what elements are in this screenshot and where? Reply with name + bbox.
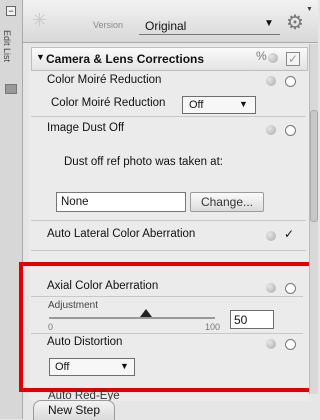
divider — [31, 296, 303, 297]
color-moire-header[interactable]: Color Moiré Reduction — [47, 74, 161, 86]
image-dust-radio[interactable] — [285, 125, 296, 136]
status-dot-icon — [266, 339, 276, 349]
section-enable-checkbox[interactable]: ✓ — [286, 52, 300, 66]
image-dust-header[interactable]: Image Dust Off — [47, 122, 124, 134]
dust-prompt: Dust off ref photo was taken at: — [64, 156, 223, 168]
color-moire-label: Color Moiré Reduction — [51, 97, 166, 109]
gear-menu-arrow-icon[interactable]: ▼ — [306, 6, 313, 13]
status-dot-icon — [266, 283, 276, 293]
color-moire-radio[interactable] — [285, 76, 296, 87]
axial-radio[interactable] — [285, 283, 296, 294]
dust-ref-value: None — [61, 196, 89, 208]
change-button[interactable]: Change... — [190, 192, 264, 212]
adjustment-value: 50 — [234, 313, 248, 327]
version-value: Original — [145, 19, 187, 33]
auto-lateral-check[interactable]: ✓ — [284, 227, 294, 241]
slider-max: 100 — [205, 322, 221, 332]
adjustment-slider-track[interactable] — [49, 317, 215, 319]
new-step-button[interactable]: New Step — [33, 400, 115, 420]
link-icon[interactable]: % — [256, 49, 267, 63]
panel-icon[interactable] — [5, 84, 17, 94]
divider — [31, 116, 306, 117]
adjustment-slider-thumb[interactable] — [140, 309, 152, 317]
adjustment-label: Adjustment — [48, 300, 99, 311]
axial-color-header[interactable]: Axial Color Aberration — [47, 280, 158, 292]
divider — [31, 220, 306, 221]
chevron-down-icon[interactable]: ▼ — [120, 361, 129, 371]
auto-distortion-radio[interactable] — [285, 339, 296, 350]
collapse-icon[interactable]: − — [6, 6, 16, 16]
edit-list-tab[interactable]: Edit List — [2, 30, 12, 62]
scrollbar-thumb[interactable] — [310, 110, 318, 222]
chevron-down-icon[interactable]: ▼ — [264, 18, 274, 29]
status-dot-icon — [266, 231, 276, 241]
status-dot-icon — [266, 125, 276, 135]
status-dot-icon — [266, 76, 276, 86]
auto-distortion-value: Off — [55, 361, 70, 373]
chevron-down-icon[interactable]: ▼ — [239, 99, 248, 109]
section-title: Camera & Lens Corrections — [46, 52, 205, 66]
sun-icon: ✳ — [32, 10, 48, 30]
status-dot-icon — [268, 53, 278, 63]
slider-min: 0 — [48, 322, 54, 332]
version-label: Version — [93, 20, 124, 30]
collapse-triangle-icon[interactable]: ▼ — [36, 52, 45, 62]
gear-icon[interactable]: ⚙ — [286, 10, 304, 35]
color-moire-value: Off — [189, 99, 204, 111]
auto-distortion-header[interactable]: Auto Distortion — [47, 336, 122, 348]
divider — [31, 333, 303, 334]
auto-lateral-header[interactable]: Auto Lateral Color Aberration — [47, 228, 195, 240]
divider — [31, 250, 306, 251]
